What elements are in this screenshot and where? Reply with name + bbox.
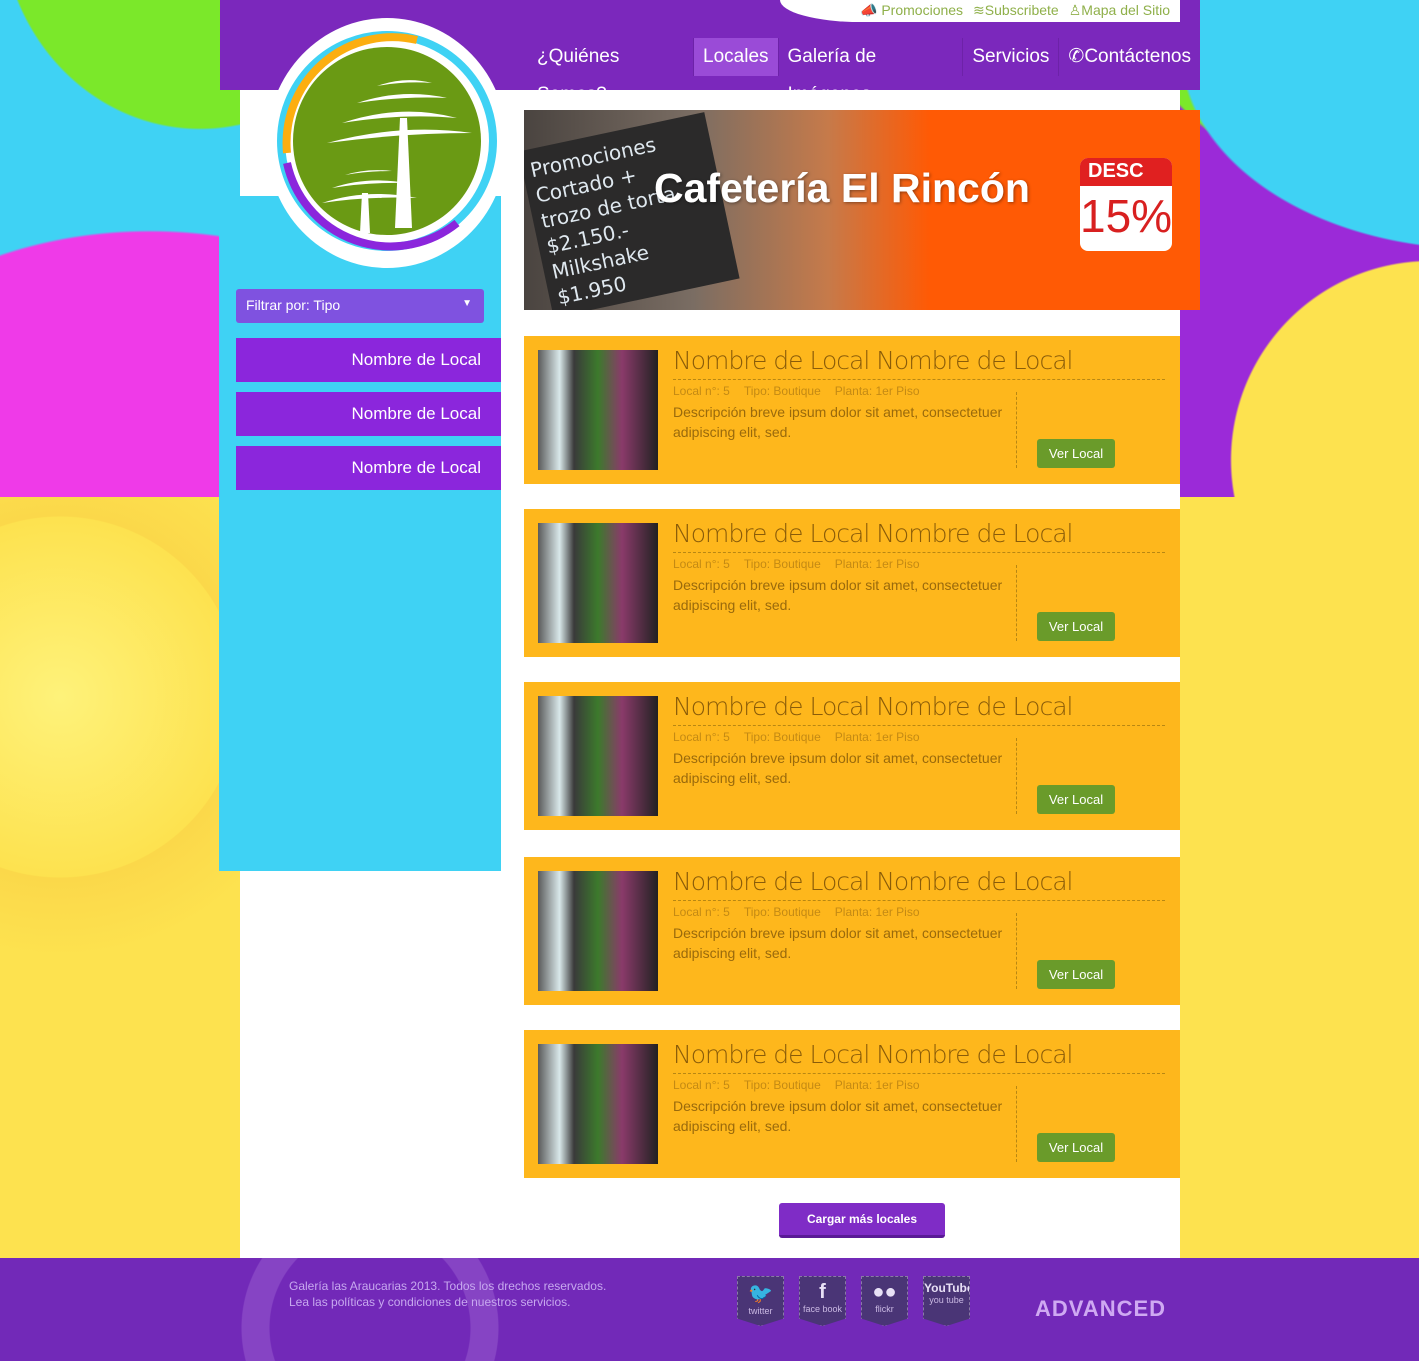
ver-local-button[interactable]: Ver Local: [1037, 785, 1115, 814]
local-meta: Local n°: 5 Tipo: Boutique Planta: 1er Pis…: [673, 1078, 920, 1092]
main-nav: ¿Quiénes Somos? Locales Galería de Imáge…: [528, 38, 1200, 105]
caret-down-icon: ▼: [462, 298, 472, 309]
banner-title: Cafetería El Rincón: [654, 165, 1030, 211]
ver-local-button[interactable]: Ver Local: [1037, 612, 1115, 641]
divider: [1016, 738, 1017, 814]
local-thumbnail[interactable]: [538, 523, 658, 643]
phone-icon: ✆: [1068, 46, 1085, 67]
local-thumbnail[interactable]: [538, 696, 658, 816]
local-card: Nombre de Local Nombre de Local Local n°…: [524, 336, 1180, 484]
discount-badge: DESC 15%: [1080, 158, 1172, 251]
flickr-icon[interactable]: ●● flickr: [861, 1276, 908, 1326]
nav-galeria[interactable]: Galería de Imágenes: [779, 38, 964, 105]
footer-copyright: Galería las Araucarias 2013. Todos los d…: [289, 1279, 607, 1310]
local-thumbnail[interactable]: [538, 1044, 658, 1164]
local-meta: Local n°: 5 Tipo: Boutique Planta: 1er Pis…: [673, 905, 920, 919]
youtube-icon[interactable]: YouTube you tube: [923, 1276, 970, 1326]
twitter-icon[interactable]: 🐦 twitter: [737, 1276, 784, 1326]
local-meta: Local n°: 5 Tipo: Boutique Planta: 1er Pis…: [673, 730, 920, 744]
sidebar-item-local[interactable]: Nombre de Local: [236, 446, 501, 490]
sitemap-icon: ♙: [1068, 2, 1082, 18]
top-link-promociones[interactable]: 📣 Promociones: [860, 2, 963, 19]
sidebar-item-local[interactable]: Nombre de Local: [236, 392, 501, 436]
footer: Galería las Araucarias 2013. Todos los d…: [0, 1258, 1419, 1361]
filter-type-select[interactable]: Filtrar por: Tipo ▼: [236, 289, 484, 323]
local-thumbnail[interactable]: [538, 350, 658, 470]
nav-locales[interactable]: Locales: [694, 38, 779, 76]
nav-servicios[interactable]: Servicios: [963, 38, 1060, 76]
rss-icon: ≋: [973, 2, 985, 18]
local-description: Descripción breve ipsum dolor sit amet, …: [673, 1098, 1003, 1134]
local-thumbnail[interactable]: [538, 871, 658, 991]
divider: [1016, 913, 1017, 989]
sidebar-item-local[interactable]: Nombre de Local: [236, 338, 501, 382]
policies-link[interactable]: Lea las políticas y condiciones de nuest…: [289, 1294, 606, 1310]
nav-contactenos[interactable]: ✆Contáctenos: [1059, 38, 1200, 76]
ver-local-button[interactable]: Ver Local: [1037, 960, 1115, 989]
top-link-mapa[interactable]: ♙Mapa del Sitio: [1069, 2, 1170, 19]
facebook-icon[interactable]: f face book: [799, 1276, 846, 1326]
top-link-subscribete[interactable]: ≋Subscribete: [973, 2, 1059, 19]
araucaria-logo-icon: [277, 31, 497, 251]
local-name[interactable]: Nombre de Local Nombre de Local: [673, 519, 1165, 553]
local-meta: Local n°: 5 Tipo: Boutique Planta: 1er Pis…: [673, 557, 920, 571]
logo[interactable]: [267, 18, 507, 268]
divider: [1016, 392, 1017, 468]
local-description: Descripción breve ipsum dolor sit amet, …: [673, 750, 1003, 786]
divider: [1016, 1086, 1017, 1162]
local-card: Nombre de Local Nombre de Local Local n°…: [524, 682, 1180, 830]
local-name[interactable]: Nombre de Local Nombre de Local: [673, 692, 1165, 726]
advanced-brand-logo: ADVANCED: [1035, 1296, 1167, 1321]
local-card: Nombre de Local Nombre de Local Local n°…: [524, 509, 1180, 657]
local-meta: Local n°: 5 Tipo: Boutique Planta: 1er Pis…: [673, 384, 920, 398]
social-links: 🐦 twitter f face book ●● flickr YouTube you …: [737, 1276, 970, 1326]
ver-local-button[interactable]: Ver Local: [1037, 1133, 1115, 1162]
local-name[interactable]: Nombre de Local Nombre de Local: [673, 1040, 1165, 1074]
load-more-button[interactable]: Cargar más locales: [779, 1203, 945, 1238]
local-description: Descripción breve ipsum dolor sit amet, …: [673, 404, 1003, 440]
megaphone-icon: 📣: [860, 2, 878, 18]
local-card: Nombre de Local Nombre de Local Local n°…: [524, 857, 1180, 1005]
local-description: Descripción breve ipsum dolor sit amet, …: [673, 577, 1003, 613]
ver-local-button[interactable]: Ver Local: [1037, 439, 1115, 468]
local-name[interactable]: Nombre de Local Nombre de Local: [673, 867, 1165, 901]
local-name[interactable]: Nombre de Local Nombre de Local: [673, 346, 1165, 380]
local-card: Nombre de Local Nombre de Local Local n°…: [524, 1030, 1180, 1178]
local-description: Descripción breve ipsum dolor sit amet, …: [673, 925, 1003, 961]
divider: [1016, 565, 1017, 641]
nav-quienes-somos[interactable]: ¿Quiénes Somos?: [528, 38, 695, 105]
top-links: 📣 Promociones ≋Subscribete ♙Mapa del Sit…: [860, 2, 1170, 19]
promo-banner[interactable]: Promociones Cortado + trozo de torta $2.150…: [524, 110, 1200, 310]
